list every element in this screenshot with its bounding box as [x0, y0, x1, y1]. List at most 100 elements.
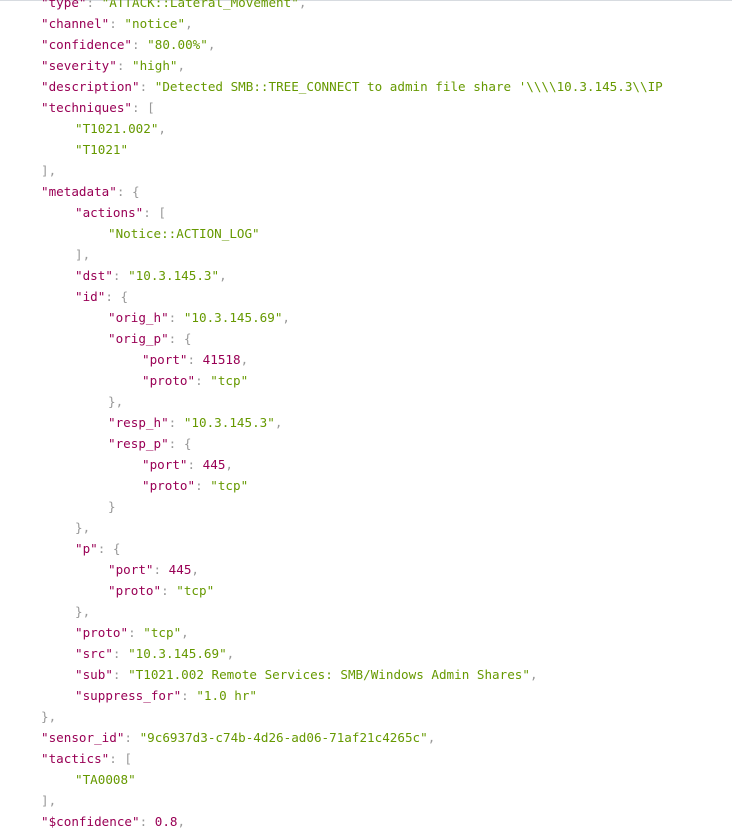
json-close-bracket: ]	[75, 247, 83, 262]
json-key: "severity"	[41, 58, 117, 73]
json-key: "metadata"	[41, 184, 117, 199]
json-colon: :	[132, 37, 148, 52]
json-line: },	[0, 706, 732, 727]
json-colon: :	[97, 541, 113, 556]
json-close-bracket: }	[75, 604, 83, 619]
json-comma: ,	[427, 730, 436, 745]
json-line: "resp_p": {	[0, 433, 732, 454]
json-number-value: 445	[168, 562, 192, 577]
json-string-value: "tcp"	[176, 583, 215, 598]
json-string-value: "T1021.002"	[75, 121, 159, 136]
json-line: "dst": "10.3.145.3",	[0, 265, 732, 286]
json-colon: :	[181, 688, 197, 703]
json-key: "$confidence"	[41, 814, 140, 829]
json-line: "techniques": [	[0, 97, 732, 118]
json-open-bracket: {	[183, 436, 192, 451]
json-comma: ,	[158, 121, 166, 136]
json-key: "tactics"	[41, 751, 110, 766]
json-string-value: "ATTACK::Lateral_Movement"	[101, 0, 299, 10]
json-comma: ,	[240, 352, 249, 367]
json-comma: ,	[298, 0, 307, 10]
json-comma: ,	[48, 163, 57, 178]
json-string-value: "1.0 hr"	[196, 688, 257, 703]
json-colon: :	[187, 457, 203, 472]
json-key: "sensor_id"	[41, 730, 125, 745]
json-key: "proto"	[75, 625, 129, 640]
json-close-bracket: ]	[41, 793, 49, 808]
json-open-bracket: {	[120, 289, 129, 304]
json-colon: :	[195, 373, 211, 388]
json-key: "dst"	[75, 268, 113, 283]
json-colon: :	[153, 562, 169, 577]
json-string-value: "10.3.145.3"	[183, 415, 275, 430]
json-colon: :	[132, 100, 148, 115]
json-key: "resp_h"	[108, 415, 169, 430]
json-colon: :	[109, 751, 125, 766]
json-line: },	[0, 601, 732, 622]
json-colon: :	[86, 0, 102, 10]
json-line: },	[0, 391, 732, 412]
json-line: "T1021.002",	[0, 118, 732, 139]
json-line: "orig_h": "10.3.145.69",	[0, 307, 732, 328]
json-line: "type": "ATTACK::Lateral_Movement",	[0, 0, 732, 13]
json-line: ],	[0, 160, 732, 181]
json-string-value: "T1021"	[75, 142, 129, 157]
json-line: "resp_h": "10.3.145.3",	[0, 412, 732, 433]
json-colon: :	[168, 415, 184, 430]
json-colon: :	[168, 331, 184, 346]
json-key: "type"	[41, 0, 87, 10]
json-colon: :	[124, 730, 140, 745]
json-colon: :	[112, 667, 129, 682]
json-line: "p": {	[0, 538, 732, 559]
json-line: "sub": "T1021.002 Remote Services: SMB/W…	[0, 664, 732, 685]
json-line: "Notice::ACTION_LOG"	[0, 223, 732, 244]
json-line: "proto": "tcp",	[0, 622, 732, 643]
json-key: "p"	[75, 541, 98, 556]
json-string-value: "9c6937d3-c74b-4d26-ad06-71af21c4265c"	[139, 730, 428, 745]
json-line: "proto": "tcp"	[0, 370, 732, 391]
json-line: "actions": [	[0, 202, 732, 223]
json-string-value: "10.3.145.69"	[183, 310, 283, 325]
json-key: "proto"	[108, 583, 162, 598]
json-colon: :	[128, 625, 144, 640]
json-string-value: "T1021.002 Remote Services: SMB/Windows …	[128, 667, 530, 682]
json-line: ],	[0, 244, 732, 265]
json-colon: :	[139, 79, 155, 94]
json-key: "id"	[75, 289, 106, 304]
json-key: "sub"	[75, 667, 113, 682]
json-colon: :	[139, 814, 155, 829]
json-comma: ,	[185, 16, 193, 31]
json-number-value: 0.8	[154, 814, 178, 829]
json-comma: ,	[82, 604, 91, 619]
json-colon: :	[168, 310, 184, 325]
json-line: "confidence": "80.00%",	[0, 34, 732, 55]
json-line: "port": 445,	[0, 559, 732, 580]
json-colon: :	[161, 583, 177, 598]
json-line: "tactics": [	[0, 748, 732, 769]
json-line: }	[0, 496, 732, 517]
json-comma: ,	[177, 814, 186, 829]
json-comma: ,	[181, 625, 189, 640]
json-line: "description": "Detected SMB::TREE_CONNE…	[0, 76, 732, 97]
json-key: "src"	[75, 646, 113, 661]
json-string-value: "10.3.145.3"	[128, 268, 220, 283]
json-open-bracket: [	[158, 205, 167, 220]
json-open-bracket: {	[132, 184, 140, 199]
json-string-value: "tcp"	[210, 373, 249, 388]
json-comma: ,	[82, 247, 91, 262]
json-key: "suppress_for"	[75, 688, 182, 703]
json-key: "proto"	[142, 373, 196, 388]
json-comma: ,	[219, 268, 227, 283]
json-line: "suppress_for": "1.0 hr"	[0, 685, 732, 706]
json-string-value: "Notice::ACTION_LOG"	[108, 226, 260, 241]
json-string-value: "10.3.145.69"	[128, 646, 227, 661]
json-open-bracket: {	[112, 541, 121, 556]
json-key: "description"	[41, 79, 140, 94]
json-line: "proto": "tcp"	[0, 475, 732, 496]
json-open-bracket: [	[147, 100, 155, 115]
json-colon: :	[116, 58, 132, 73]
json-comma: ,	[48, 793, 57, 808]
json-string-value: "80.00%"	[147, 37, 208, 52]
json-close-bracket: }	[108, 499, 116, 514]
json-comma: ,	[177, 58, 186, 73]
